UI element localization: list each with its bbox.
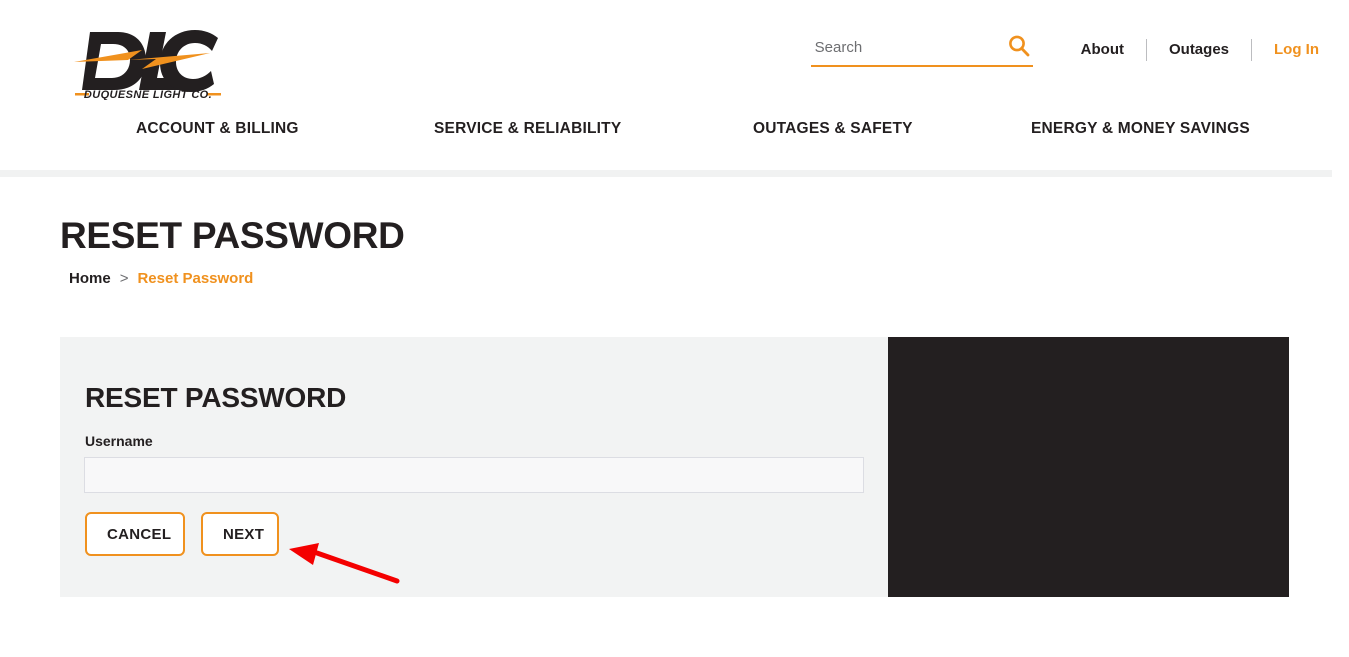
- dlc-logo-mark: DUQUESNE LIGHT CO.: [74, 30, 221, 100]
- page-title: RESET PASSWORD: [60, 215, 405, 256]
- username-label: Username: [85, 433, 153, 449]
- breadcrumb: Home > Reset Password: [69, 270, 253, 287]
- header-links: About Outages Log In: [1059, 39, 1319, 61]
- dlc-logo[interactable]: DUQUESNE LIGHT CO.: [72, 22, 224, 100]
- header-utility-bar: About Outages Log In: [810, 33, 1319, 67]
- svg-text:DUQUESNE LIGHT CO.: DUQUESNE LIGHT CO.: [84, 89, 212, 100]
- header-link-outages[interactable]: Outages: [1147, 39, 1251, 61]
- search-icon[interactable]: [1007, 34, 1031, 58]
- cancel-button[interactable]: CANCEL: [85, 512, 185, 556]
- nav-separator-bar: [0, 170, 1332, 177]
- search-field[interactable]: [810, 33, 1033, 67]
- nav-item-outages-safety[interactable]: OUTAGES & SAFETY: [753, 120, 913, 138]
- site-header: DUQUESNE LIGHT CO. About Outages Log In: [0, 0, 1349, 120]
- main-navigation: ACCOUNT & BILLING SERVICE & RELIABILITY …: [0, 120, 1349, 170]
- card-side-panel: [888, 337, 1289, 597]
- card-button-row: CANCEL NEXT: [85, 512, 279, 556]
- nav-item-service-reliability[interactable]: SERVICE & RELIABILITY: [434, 120, 621, 138]
- breadcrumb-separator: >: [119, 270, 129, 287]
- breadcrumb-current[interactable]: Reset Password: [137, 270, 253, 287]
- breadcrumb-home[interactable]: Home: [69, 270, 111, 287]
- header-link-about[interactable]: About: [1059, 39, 1146, 61]
- search-input[interactable]: [810, 38, 995, 60]
- reset-password-card: RESET PASSWORD Username CANCEL NEXT: [60, 337, 888, 597]
- nav-item-energy-money-savings[interactable]: ENERGY & MONEY SAVINGS: [1031, 120, 1250, 138]
- next-button[interactable]: NEXT: [201, 512, 279, 556]
- card-title: RESET PASSWORD: [85, 382, 347, 413]
- username-input[interactable]: [84, 457, 864, 493]
- header-link-login[interactable]: Log In: [1252, 39, 1319, 61]
- nav-item-account-billing[interactable]: ACCOUNT & BILLING: [136, 120, 299, 138]
